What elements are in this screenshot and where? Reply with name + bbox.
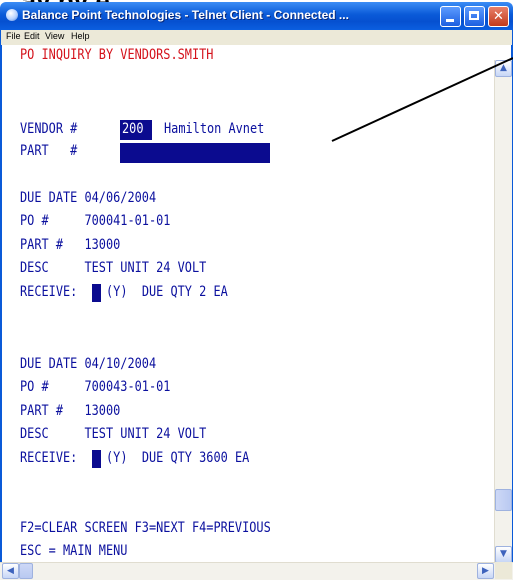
callout-pointer [331, 57, 513, 142]
callout-line [331, 57, 513, 142]
